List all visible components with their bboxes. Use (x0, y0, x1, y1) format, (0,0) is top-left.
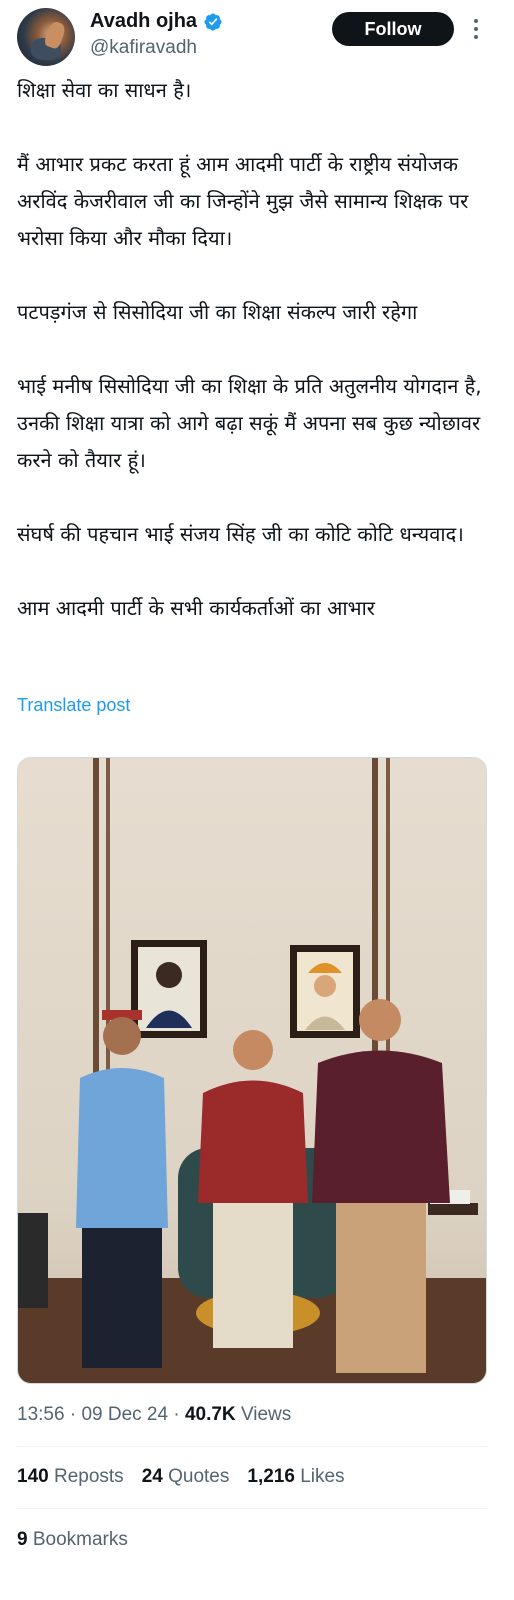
portrait-face-right (314, 975, 336, 997)
bookmarks-stat[interactable]: 9 Bookmarks (17, 1529, 128, 1551)
likes-count: 1,216 (247, 1466, 295, 1487)
meta-separator: · (173, 1404, 180, 1425)
quotes-label: Quotes (168, 1466, 230, 1487)
bookmarks-label: Bookmarks (32, 1529, 128, 1550)
avatar[interactable] (17, 8, 75, 66)
views-count: 40.7K (184, 1404, 236, 1425)
person-middle-trousers (213, 1203, 293, 1348)
post-paragraph: मैं आभार प्रकट करता हूं आम आदमी पार्टी क… (17, 152, 469, 250)
photo-illustration (18, 758, 486, 1383)
person-middle-sweater (198, 1080, 308, 1203)
more-dot (474, 19, 478, 23)
post-time[interactable]: 13:56 (17, 1404, 65, 1425)
reposts-stat[interactable]: 140 Reposts (17, 1466, 124, 1488)
translate-post-link[interactable]: Translate post (17, 695, 130, 716)
divider (17, 1446, 487, 1447)
quotes-count: 24 (141, 1466, 163, 1487)
follow-button[interactable]: Follow (332, 12, 454, 46)
more-dot (474, 27, 478, 31)
post-meta: 13:56 · 09 Dec 24 · 40.7K Views (17, 1404, 291, 1426)
likes-label: Likes (300, 1466, 345, 1487)
person-left-jacket (76, 1068, 168, 1228)
bookmarks-count: 9 (17, 1529, 28, 1550)
person-right-sweater (312, 1050, 450, 1203)
post-paragraph: संघर्ष की पहचान भाई संजय सिंह जी का कोटि… (17, 522, 464, 546)
post-paragraph: आम आदमी पार्टी के सभी कार्यकर्ताओं का आभ… (17, 596, 375, 620)
more-vertical-icon[interactable] (466, 16, 486, 42)
views-label: Views (240, 1404, 292, 1425)
person-left-trousers (82, 1228, 162, 1368)
person-left-face (103, 1017, 141, 1055)
post-paragraph: पटपड़गंज से सिसोदिया जी का शिक्षा संकल्प… (17, 300, 418, 324)
post-text: शिक्षा सेवा का साधन है। मैं आभार प्रकट क… (17, 72, 497, 627)
meta-separator: · (69, 1404, 77, 1425)
reposts-count: 140 (17, 1466, 49, 1487)
verified-badge-icon (204, 12, 222, 31)
person-right-trousers (336, 1203, 426, 1373)
more-dot (474, 35, 478, 39)
post-photo[interactable] (17, 757, 487, 1384)
portrait-face-left (156, 962, 182, 988)
post-stats: 140 Reposts 24 Quotes 1,216 Likes (17, 1466, 363, 1488)
name-row: Avadh ojha (90, 10, 223, 33)
post-header: Avadh ojha @kafiravadh Follow (0, 0, 514, 70)
reposts-label: Reposts (53, 1466, 124, 1487)
person-right-face (359, 999, 401, 1041)
chair-left (18, 1213, 48, 1308)
post-date[interactable]: 09 Dec 24 (81, 1404, 168, 1425)
likes-stat[interactable]: 1,216 Likes (247, 1466, 344, 1488)
avatar-hand-shape (43, 20, 67, 50)
person-middle-face (233, 1030, 273, 1070)
user-handle[interactable]: @kafiravadh (90, 37, 197, 59)
quotes-stat[interactable]: 24 Quotes (142, 1466, 230, 1488)
post-paragraph: भाई मनीष सिसोदिया जी का शिक्षा के प्रति … (17, 374, 482, 472)
side-table-right (428, 1203, 478, 1215)
divider (17, 1508, 487, 1509)
post-paragraph: शिक्षा सेवा का साधन है। (17, 78, 192, 102)
display-name[interactable]: Avadh ojha (90, 10, 197, 33)
